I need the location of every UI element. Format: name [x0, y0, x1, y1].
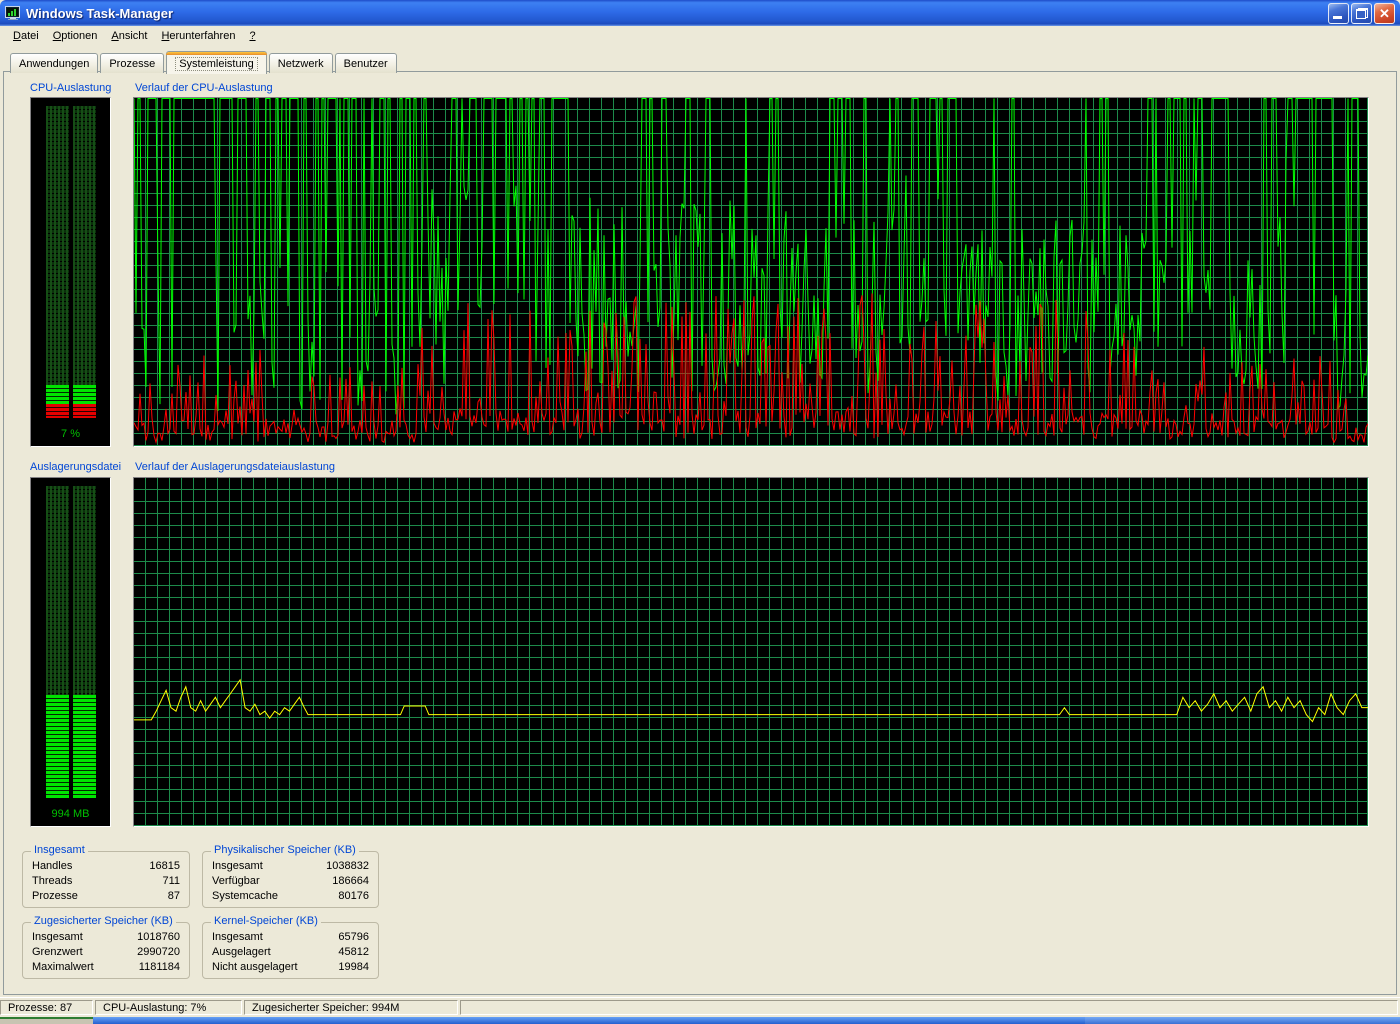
- tab-anwendungen[interactable]: Anwendungen: [10, 53, 98, 73]
- tab-label: Anwendungen: [19, 58, 89, 70]
- tab-label: Systemleistung: [175, 57, 258, 71]
- stat-label: Threads: [32, 875, 72, 887]
- stat-value: 2990720: [137, 946, 180, 958]
- windows-task-manager: { "window": { "title": "Windows Task-Man…: [0, 0, 1400, 1024]
- stat-value: 16815: [149, 860, 180, 872]
- stat-label: Verfügbar: [212, 875, 260, 887]
- stat-row: Insgesamt 1038832: [203, 858, 378, 873]
- status-commit-charge: Zugesicherter Speicher: 994M: [244, 1000, 458, 1015]
- titlebar[interactable]: Windows Task-Manager ✕: [0, 0, 1400, 26]
- groupbox-physical-memory: Physikalischer Speicher (KB) Insgesamt10…: [202, 851, 379, 908]
- pagefile-gauge: 994 MB: [30, 477, 111, 827]
- stat-label: Systemcache: [212, 890, 278, 902]
- status-cpu-usage: CPU-Auslastung: 7%: [95, 1000, 242, 1015]
- groupbox-totals: Insgesamt Handles16815Threads711Prozesse…: [22, 851, 190, 908]
- groupbox-commit-charge-title: Zugesicherter Speicher (KB): [31, 915, 176, 927]
- pagefile-history-plot-area: [134, 478, 1368, 826]
- menu-help[interactable]: ?: [242, 28, 262, 44]
- stat-row: Threads 711: [23, 873, 189, 888]
- stat-row: Systemcache 80176: [203, 888, 378, 903]
- minimize-button[interactable]: [1328, 3, 1349, 24]
- stat-label: Insgesamt: [32, 931, 83, 943]
- groupbox-physical-memory-title: Physikalischer Speicher (KB): [211, 844, 359, 856]
- cpu-usage-gauge: 7 %: [30, 97, 111, 447]
- pagefile-gauge-label: Auslagerungsdatei: [30, 461, 121, 473]
- stat-label: Insgesamt: [212, 860, 263, 872]
- groupbox-totals-title: Insgesamt: [31, 844, 88, 856]
- restore-icon: [1356, 8, 1368, 19]
- stat-row: Handles 16815: [23, 858, 189, 873]
- window-title: Windows Task-Manager: [26, 6, 1328, 21]
- menubar: DateiOptionenAnsichtHerunterfahren?: [0, 26, 1400, 46]
- tab-label: Prozesse: [109, 58, 155, 70]
- status-filler: [460, 1000, 1398, 1015]
- cpu-history-label: Verlauf der CPU-Auslastung: [135, 82, 273, 94]
- stat-label: Maximalwert: [32, 961, 94, 973]
- stat-row: Insgesamt 65796: [203, 929, 378, 944]
- menu-datei[interactable]: Datei: [6, 28, 46, 44]
- stat-label: Grenzwert: [32, 946, 83, 958]
- stat-row: Grenzwert 2990720: [23, 944, 189, 959]
- stat-label: Handles: [32, 860, 72, 872]
- stat-label: Prozesse: [32, 890, 78, 902]
- menu-ansicht[interactable]: Ansicht: [104, 28, 154, 44]
- stat-row: Insgesamt 1018760: [23, 929, 189, 944]
- tab-label: Benutzer: [344, 58, 388, 70]
- menu-herunterfahren[interactable]: Herunterfahren: [154, 28, 242, 44]
- tab-label: Netzwerk: [278, 58, 324, 70]
- window-controls: ✕: [1328, 3, 1395, 24]
- pagefile-usage-line: [134, 680, 1368, 722]
- pagefile-history-chart: [133, 477, 1369, 827]
- restore-button[interactable]: [1351, 3, 1372, 24]
- stat-value: 711: [162, 875, 180, 887]
- cpu-gauge-label: CPU-Auslastung: [30, 82, 111, 94]
- start-button-edge: [0, 1017, 93, 1024]
- taskbar-edge: [0, 1017, 1400, 1024]
- close-button[interactable]: ✕: [1374, 3, 1395, 24]
- stat-value: 19984: [338, 961, 369, 973]
- stat-value: 80176: [338, 890, 369, 902]
- stat-row: Maximalwert 1181184: [23, 959, 189, 974]
- stat-row: Ausgelagert 45812: [203, 944, 378, 959]
- tab-prozesse[interactable]: Prozesse: [100, 53, 164, 73]
- app-icon: [5, 5, 21, 21]
- cpu-usage-value: 7 %: [31, 428, 110, 440]
- stat-value: 1181184: [139, 961, 180, 973]
- status-processes: Prozesse: 87: [0, 1000, 93, 1015]
- tabstrip: Anwendungen Prozesse Systemleistung Netzwer…: [10, 50, 399, 73]
- pagefile-history-label: Verlauf der Auslagerungsdateiauslastung: [135, 461, 335, 473]
- pagefile-gauge-led-columns: [46, 486, 96, 798]
- stat-value: 45812: [338, 946, 369, 958]
- stat-row: Nicht ausgelagert 19984: [203, 959, 378, 974]
- groupbox-commit-charge: Zugesicherter Speicher (KB) Insgesamt101…: [22, 922, 190, 979]
- close-icon: ✕: [1375, 4, 1394, 23]
- tab-benutzer[interactable]: Benutzer: [335, 53, 397, 73]
- stat-value: 186664: [332, 875, 369, 887]
- pagefile-value: 994 MB: [31, 808, 110, 820]
- tab-netzwerk[interactable]: Netzwerk: [269, 53, 333, 73]
- stat-value: 65796: [338, 931, 369, 943]
- tab-systemleistung[interactable]: Systemleistung: [166, 51, 267, 74]
- stat-value: 1018760: [137, 931, 180, 943]
- stat-value: 87: [168, 890, 180, 902]
- stat-value: 1038832: [326, 860, 369, 872]
- stat-label: Nicht ausgelagert: [212, 961, 298, 973]
- stat-row: Prozesse 87: [23, 888, 189, 903]
- stat-row: Verfügbar 186664: [203, 873, 378, 888]
- menu-optionen[interactable]: Optionen: [46, 28, 105, 44]
- statusbar: Prozesse: 87 CPU-Auslastung: 7% Zugesich…: [0, 997, 1400, 1017]
- taskbar-tray-edge: [1085, 1017, 1400, 1024]
- groupbox-kernel-memory-title: Kernel-Speicher (KB): [211, 915, 321, 927]
- groupbox-kernel-memory: Kernel-Speicher (KB) Insgesamt65796Ausge…: [202, 922, 379, 979]
- stat-label: Ausgelagert: [212, 946, 271, 958]
- minimize-icon: [1333, 16, 1342, 19]
- cpu-history-chart: [133, 97, 1369, 447]
- cpu-history-plot-area: [134, 98, 1368, 446]
- cpu-gauge-led-columns: [46, 106, 96, 418]
- stat-label: Insgesamt: [212, 931, 263, 943]
